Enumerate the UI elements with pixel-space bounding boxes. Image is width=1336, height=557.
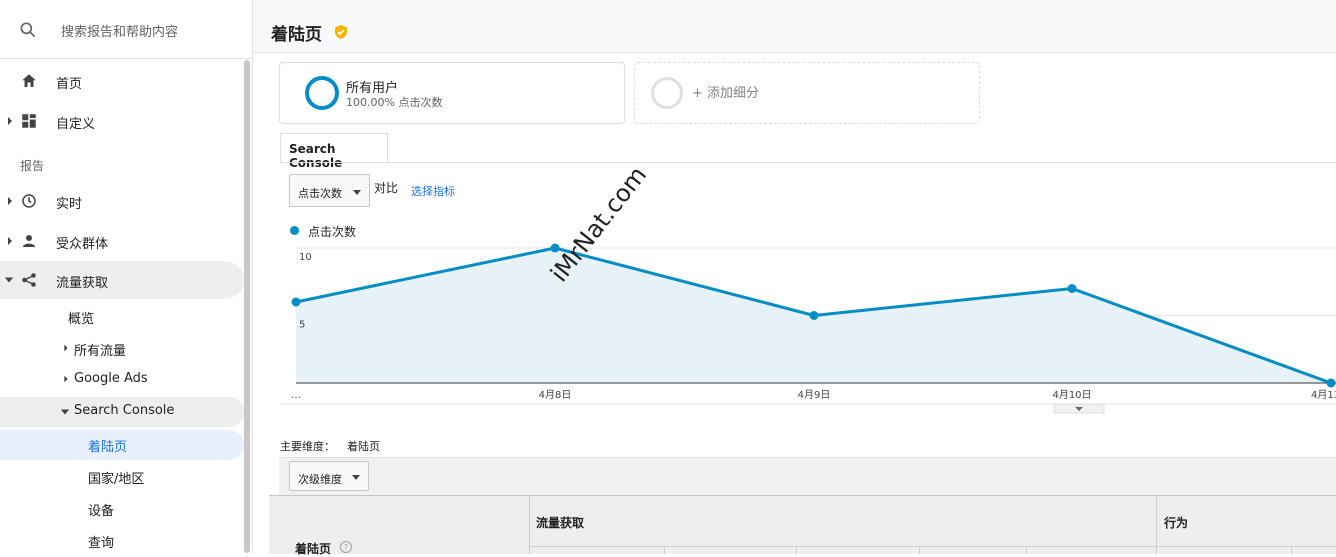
clock-icon bbox=[22, 194, 36, 208]
x-tick-label: 4月9日 bbox=[798, 389, 831, 401]
page-header: 着陆页 bbox=[253, 0, 1336, 53]
vs-label: 对比 bbox=[374, 181, 399, 195]
sidebar-subitem-label: Google Ads bbox=[74, 371, 148, 386]
sidebar: 搜索报告和帮助内容 首页 自定义 报告 实时 受众群体 流量获取 概览 所有流量… bbox=[0, 0, 253, 553]
column-group-acquisition: 流量获取 bbox=[536, 516, 585, 530]
sidebar-item-label: 实时 bbox=[56, 197, 83, 212]
data-point bbox=[809, 311, 819, 320]
help-icon[interactable]: ? bbox=[340, 541, 352, 553]
sidebar-subitem-label: 着陆页 bbox=[88, 440, 128, 455]
tab-search-console[interactable]: Search Console bbox=[280, 133, 388, 170]
caret-right-icon bbox=[8, 117, 12, 125]
x-tick-label: 4月11 bbox=[1311, 389, 1336, 401]
person-icon bbox=[23, 235, 35, 247]
sidebar-subitem-label: 设备 bbox=[88, 504, 115, 519]
x-tick-label: 4月10日 bbox=[1052, 389, 1091, 401]
sidebar-item-audience[interactable]: 受众群体 bbox=[0, 222, 244, 260]
sidebar-item-acquisition[interactable]: 流量获取 bbox=[0, 261, 244, 299]
search-input[interactable]: 搜索报告和帮助内容 bbox=[61, 21, 178, 40]
data-point bbox=[1326, 378, 1336, 388]
y-tick-label: 10 bbox=[299, 252, 312, 263]
primary-dimension-label: 主要维度： bbox=[280, 440, 335, 453]
caret-right-icon bbox=[64, 375, 68, 383]
column-header-landing-page[interactable]: 着陆页 bbox=[295, 540, 331, 557]
y-tick-label: 5 bbox=[299, 320, 305, 331]
search-icon bbox=[20, 22, 36, 38]
dropdown-arrow-icon bbox=[352, 475, 360, 480]
caret-right-icon bbox=[8, 197, 12, 205]
caret-down-icon bbox=[60, 409, 70, 415]
add-segment-card[interactable]: + 添加细分 bbox=[634, 62, 980, 124]
verified-shield-icon bbox=[335, 25, 347, 39]
segment-circle-icon bbox=[305, 76, 339, 110]
table-header: 着陆页 ? 流量获取 行为 bbox=[269, 495, 1336, 557]
segment-detail: 100.00% 点击次数 bbox=[346, 96, 443, 109]
dropdown-arrow-icon bbox=[353, 190, 361, 195]
sidebar-item-label: 自定义 bbox=[56, 117, 96, 132]
secondary-dimension-dropdown[interactable]: 次级维度 bbox=[289, 461, 369, 491]
segment-card-all-users[interactable]: 所有用户 100.00% 点击次数 bbox=[279, 62, 625, 124]
sidebar-subitem-devices[interactable]: 设备 bbox=[0, 494, 244, 524]
data-point bbox=[1067, 284, 1077, 293]
column-group-behavior: 行为 bbox=[1164, 516, 1189, 530]
empty-segment-circle-icon bbox=[651, 77, 683, 109]
data-point bbox=[291, 297, 301, 307]
sidebar-subitem-label: 查询 bbox=[88, 536, 115, 551]
sidebar-item-label: 首页 bbox=[56, 77, 83, 92]
secondary-dimension-label: 次级维度 bbox=[298, 473, 342, 486]
caret-down-icon bbox=[4, 277, 14, 283]
caret-right-icon bbox=[64, 344, 68, 352]
add-segment-label: + 添加细分 bbox=[692, 86, 760, 101]
sidebar-subitem-landing-pages[interactable]: 着陆页 bbox=[0, 430, 244, 460]
primary-dimension-value[interactable]: 着陆页 bbox=[347, 438, 380, 454]
metric-dropdown-label: 点击次数 bbox=[298, 187, 342, 200]
page-title: 着陆页 bbox=[271, 25, 322, 45]
sidebar-subitem-label: 国家/地区 bbox=[88, 472, 145, 487]
sidebar-subitem-label: Search Console bbox=[74, 403, 175, 418]
dashboard-icon bbox=[22, 114, 36, 128]
x-tick-label: 4月8日 bbox=[539, 389, 572, 401]
sidebar-item-customization[interactable]: 自定义 bbox=[0, 102, 244, 140]
caret-right-icon bbox=[8, 237, 12, 245]
tab-label: Search Console bbox=[289, 142, 343, 170]
sidebar-item-label: 受众群体 bbox=[56, 237, 109, 252]
sidebar-item-home[interactable]: 首页 bbox=[0, 62, 244, 100]
x-tick-label: … bbox=[291, 390, 301, 401]
sidebar-subitem-search-console[interactable]: Search Console bbox=[0, 397, 244, 427]
sidebar-scrollbar[interactable] bbox=[244, 60, 250, 553]
sidebar-subitem-label: 概览 bbox=[68, 312, 95, 327]
svg-text:?: ? bbox=[344, 543, 348, 552]
sidebar-subitem-all-traffic[interactable]: 所有流量 bbox=[0, 334, 244, 364]
sidebar-item-label: 流量获取 bbox=[56, 276, 109, 291]
sidebar-subitem-queries[interactable]: 查询 bbox=[0, 526, 244, 556]
line-chart: 10 5 … 4月8日 4月9日 4月10日 4月11 bbox=[280, 243, 1336, 414]
dimension-toolbar bbox=[279, 457, 1336, 496]
sidebar-subitem-google-ads[interactable]: Google Ads bbox=[0, 365, 244, 395]
legend-marker bbox=[290, 226, 299, 235]
sidebar-subitem-label: 所有流量 bbox=[74, 344, 127, 359]
sidebar-subitem-countries[interactable]: 国家/地区 bbox=[0, 462, 244, 492]
metric-dropdown[interactable]: 点击次数 bbox=[289, 174, 370, 207]
home-icon bbox=[22, 74, 36, 87]
acquisition-icon bbox=[22, 273, 36, 287]
tab-divider bbox=[280, 162, 1336, 163]
sidebar-search[interactable]: 搜索报告和帮助内容 bbox=[0, 0, 252, 59]
sidebar-subitem-overview[interactable]: 概览 bbox=[0, 302, 244, 332]
select-metric-link[interactable]: 选择指标 bbox=[411, 183, 455, 199]
legend-label: 点击次数 bbox=[308, 225, 357, 239]
table-subheader-line bbox=[529, 546, 1336, 547]
reports-section-label: 报告 bbox=[20, 159, 45, 173]
sidebar-item-realtime[interactable]: 实时 bbox=[0, 182, 244, 220]
